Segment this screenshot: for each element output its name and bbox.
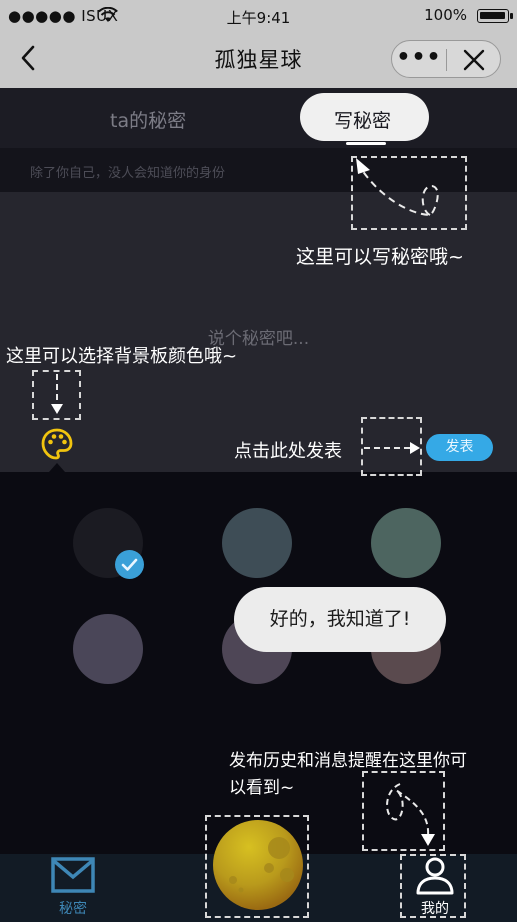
tab-write-secret[interactable]: 写秘密: [334, 106, 391, 133]
close-icon[interactable]: [462, 48, 486, 72]
color-swatch[interactable]: [222, 508, 292, 578]
guide-history: 发布历史和消息提醒在这里你可以看到~: [229, 751, 467, 798]
secret-tabs: ta的秘密 写秘密: [0, 88, 517, 148]
mail-icon: [51, 857, 95, 893]
battery-icon: [477, 9, 513, 23]
navigation-bar: 孤独星球 •••: [0, 32, 517, 88]
palette-pointer: [49, 463, 65, 472]
bottom-tab-secret[interactable]: 秘密: [50, 856, 96, 918]
more-icon[interactable]: •••: [392, 45, 446, 70]
capsule-divider: [446, 49, 447, 71]
color-swatch[interactable]: [371, 508, 441, 578]
guide-box-write-tab: [351, 156, 467, 230]
tab-ta-secret[interactable]: ta的秘密: [110, 106, 186, 133]
mini-program-capsule: •••: [391, 40, 501, 78]
battery-percent: 100%: [424, 6, 467, 24]
guide-write-here: 这里可以写秘密哦~: [296, 246, 464, 268]
guide-box-planet: [205, 815, 309, 918]
publish-button[interactable]: 发表: [426, 434, 493, 461]
secret-editor[interactable]: 说个秘密吧...: [0, 192, 517, 472]
active-tab-indicator: [346, 142, 386, 145]
guide-publish: 点击此处发表: [234, 441, 342, 462]
selected-check-icon: [115, 550, 144, 579]
bottom-tab-secret-label: 秘密: [59, 901, 87, 917]
status-bar: ●●●●● ISUX 上午9:41 100%: [0, 0, 517, 32]
anonymity-hint-text: 除了你自己，没人会知道你的身份: [30, 166, 226, 181]
guide-palette: 这里可以选择背景板颜色哦~: [6, 346, 238, 367]
palette-icon[interactable]: [40, 427, 74, 461]
got-it-button[interactable]: 好的，我知道了!: [234, 587, 446, 652]
color-swatch[interactable]: [73, 614, 143, 684]
guide-box-mine-tab: [400, 854, 466, 918]
guide-box-publish: [361, 417, 422, 476]
guide-box-palette: [32, 370, 81, 420]
